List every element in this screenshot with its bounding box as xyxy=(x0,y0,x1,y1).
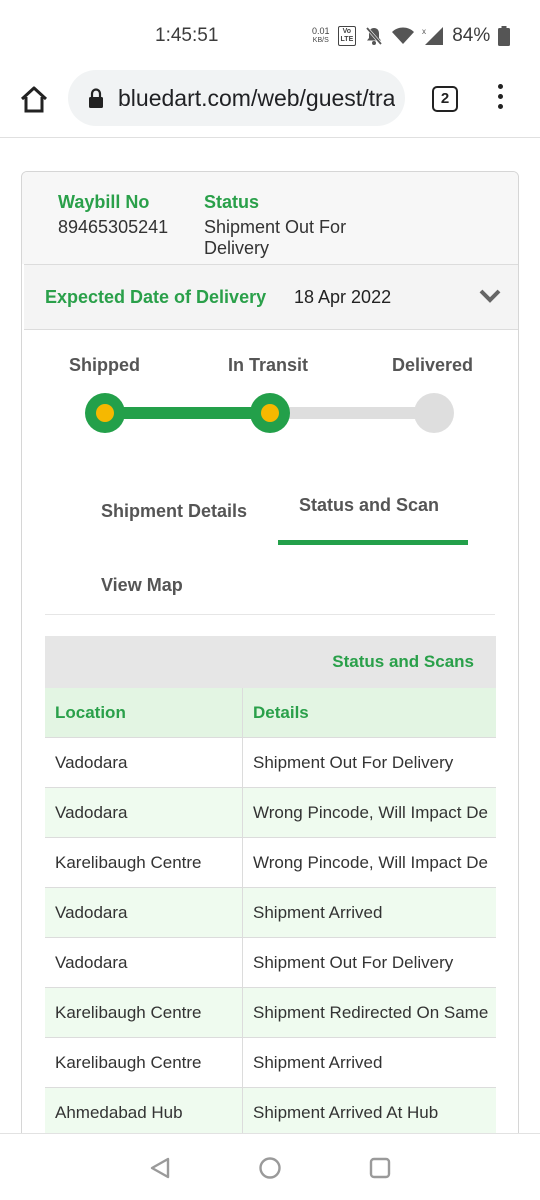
table-row: Karelibaugh Centre Wrong Pincode, Will I… xyxy=(45,838,496,888)
scan-table[interactable]: Status and Scans Location Details Vadoda… xyxy=(45,636,496,1150)
location-cell: Karelibaugh Centre xyxy=(45,838,243,888)
url-text: bluedart.com/web/guest/tra xyxy=(118,84,396,111)
column-header-details: Details xyxy=(243,688,496,738)
battery-icon xyxy=(498,26,511,46)
step-label-shipped: Shipped xyxy=(69,355,140,375)
status-value: Shipment Out For Delivery xyxy=(204,217,347,258)
status-icons: 0.01 KB/S Vo LTE x 84% xyxy=(312,24,511,48)
details-cell: Shipment Redirected On Same xyxy=(243,988,496,1038)
table-header-row: Location Details xyxy=(45,688,496,738)
waybill-number: 89465305241 xyxy=(58,217,169,237)
system-nav-bar xyxy=(0,1133,540,1200)
battery-percentage: 84% xyxy=(452,25,491,46)
location-cell: Karelibaugh Centre xyxy=(45,988,243,1038)
chevron-down-icon[interactable] xyxy=(479,289,501,303)
edd-label: Expected Date of Delivery xyxy=(45,287,267,307)
step-label-in-transit: In Transit xyxy=(228,355,309,375)
overflow-menu-icon[interactable] xyxy=(490,84,510,114)
details-cell: Wrong Pincode, Will Impact De xyxy=(243,788,496,838)
step-node-shipped xyxy=(85,393,125,433)
net-speed-value: 0.01 xyxy=(312,26,330,36)
table-row: Vadodara Wrong Pincode, Will Impact De xyxy=(45,788,496,838)
table-caption: Status and Scans xyxy=(45,636,496,688)
expected-delivery-row[interactable]: Expected Date of Delivery 18 Apr 2022 xyxy=(24,264,518,330)
detail-tabs: Shipment Details Status and Scan View Ma… xyxy=(22,472,518,617)
details-cell: Shipment Out For Delivery xyxy=(243,738,496,788)
clock: 1:45:51 xyxy=(155,25,219,46)
recents-square-icon[interactable] xyxy=(368,1156,392,1180)
details-cell: Shipment Out For Delivery xyxy=(243,938,496,988)
volte-icon: Vo LTE xyxy=(337,26,357,46)
table-row: Ahmedabad Hub Shipment Arrived At Hub xyxy=(45,1088,496,1138)
delivery-progress: Shipped In Transit Delivered xyxy=(22,330,518,470)
net-speed-unit: KB/S xyxy=(312,37,329,44)
step-node-delivered xyxy=(414,393,454,433)
volte-bottom-label: LTE xyxy=(340,36,354,43)
column-header-location: Location xyxy=(45,688,243,738)
volte-top-label: Vo xyxy=(342,28,352,35)
table-row: Karelibaugh Centre Shipment Arrived xyxy=(45,1038,496,1088)
status-label: Status xyxy=(204,192,260,212)
details-cell: Shipment Arrived xyxy=(243,1038,496,1088)
progress-fill xyxy=(106,407,271,419)
signal-icon: x xyxy=(422,27,444,45)
net-speed-indicator: 0.01 KB/S xyxy=(312,27,330,45)
mute-bell-icon xyxy=(366,27,383,45)
location-cell: Vadodara xyxy=(45,738,243,788)
lock-icon xyxy=(89,88,103,108)
table-row: Vadodara Shipment Arrived xyxy=(45,888,496,938)
location-cell: Vadodara xyxy=(45,788,243,838)
home-circle-icon[interactable] xyxy=(258,1156,282,1180)
location-cell: Vadodara xyxy=(45,938,243,988)
svg-text:x: x xyxy=(422,27,426,36)
tab-status-and-scan[interactable]: Status and Scan xyxy=(299,495,439,516)
location-cell: Vadodara xyxy=(45,888,243,938)
home-icon[interactable] xyxy=(18,84,50,116)
details-cell: Wrong Pincode, Will Impact De xyxy=(243,838,496,888)
tab-switcher-button[interactable]: 2 xyxy=(432,86,458,112)
table-row: Vadodara Shipment Out For Delivery xyxy=(45,938,496,988)
tracking-card: Waybill No 89465305241 Status Shipment O… xyxy=(21,171,519,1151)
address-bar[interactable]: bluedart.com/web/guest/tra xyxy=(68,70,405,126)
details-cell: Shipment Arrived xyxy=(243,888,496,938)
edd-value: 18 Apr 2022 xyxy=(294,287,392,307)
location-cell: Karelibaugh Centre xyxy=(45,1038,243,1088)
back-triangle-icon[interactable] xyxy=(148,1156,172,1180)
details-cell: Shipment Arrived At Hub xyxy=(243,1088,496,1138)
active-tab-indicator xyxy=(278,540,468,545)
tab-view-map[interactable]: View Map xyxy=(101,575,183,596)
wifi-icon xyxy=(392,27,415,44)
tab-shipment-details[interactable]: Shipment Details xyxy=(101,501,247,522)
shipment-summary: Waybill No 89465305241 Status Shipment O… xyxy=(22,172,518,264)
browser-toolbar: bluedart.com/web/guest/tra 2 xyxy=(0,70,540,138)
step-label-delivered: Delivered xyxy=(392,355,474,375)
waybill-label: Waybill No xyxy=(58,192,150,212)
table-row: Karelibaugh Centre Shipment Redirected O… xyxy=(45,988,496,1038)
tabs-divider xyxy=(45,614,495,615)
status-bar: 1:45:51 0.01 KB/S Vo LTE x 84% xyxy=(0,0,540,70)
location-cell: Ahmedabad Hub xyxy=(45,1088,243,1138)
step-node-in-transit xyxy=(250,393,290,433)
table-row: Vadodara Shipment Out For Delivery xyxy=(45,738,496,788)
